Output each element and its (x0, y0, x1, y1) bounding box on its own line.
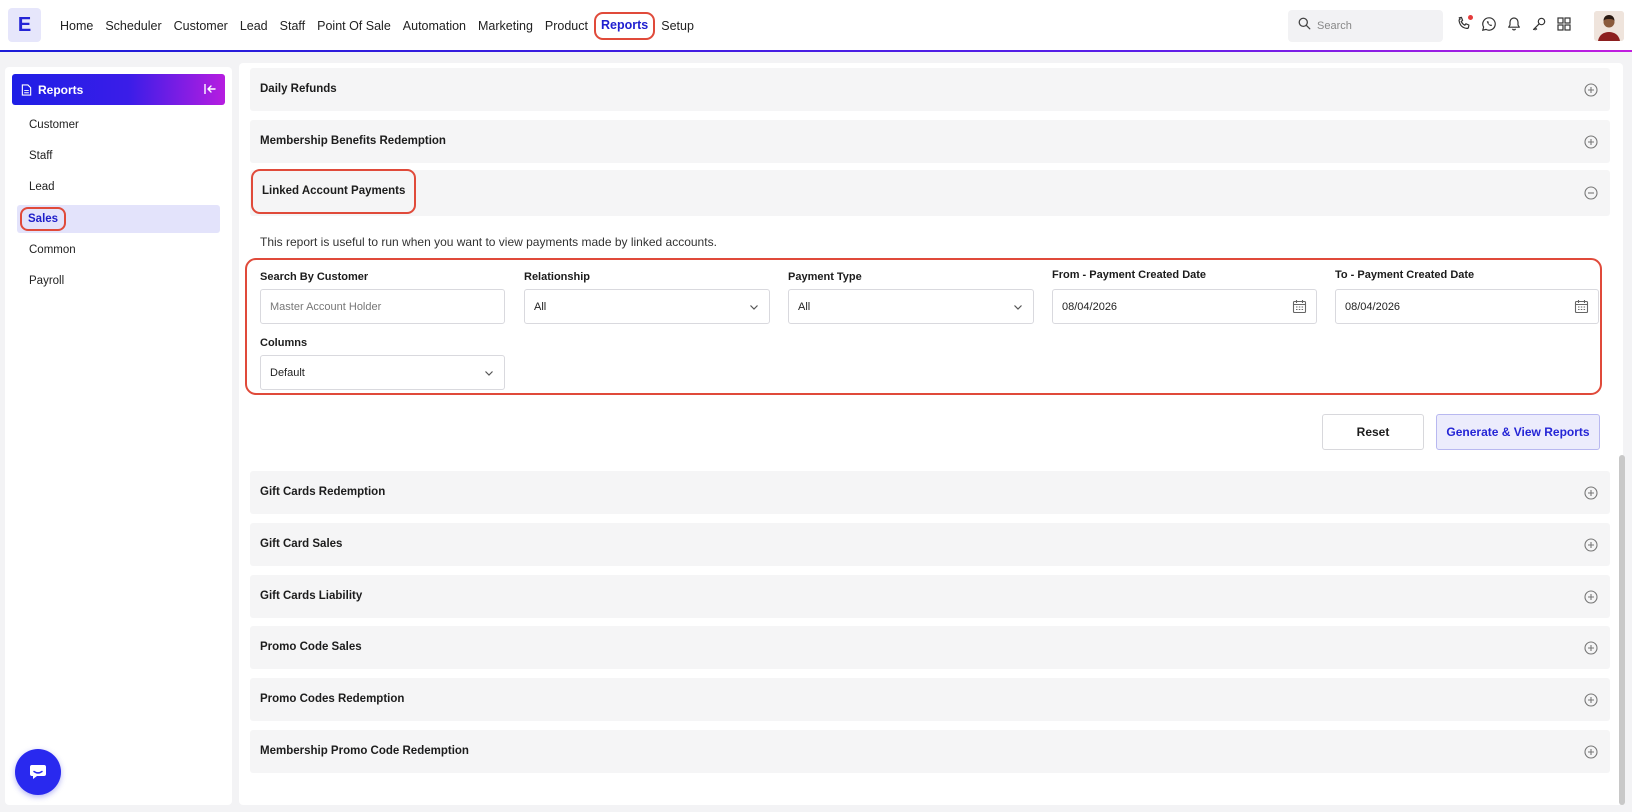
collapse-minus-icon[interactable] (1584, 186, 1598, 200)
relationship-label: Relationship (524, 271, 591, 283)
nav-point-of-sale[interactable]: Point Of Sale (311, 12, 397, 40)
expand-plus-icon[interactable] (1584, 590, 1598, 604)
calendar-icon[interactable] (1574, 299, 1589, 314)
sidebar-header: Reports (12, 74, 225, 105)
search-customer-input[interactable]: Master Account Holder (260, 289, 505, 324)
report-description: This report is useful to run when you wa… (260, 235, 717, 249)
main-nav: Home Scheduler Customer Lead Staff Point… (54, 0, 700, 52)
sidebar-item-staff[interactable]: Staff (17, 142, 220, 170)
chevron-down-icon (483, 367, 495, 379)
chat-icon (28, 763, 48, 781)
search-customer-label: Search By Customer (260, 271, 369, 283)
notification-dot (1468, 15, 1473, 20)
report-file-icon (21, 83, 32, 96)
expand-plus-icon[interactable] (1584, 538, 1598, 552)
report-title: Linked Account Payments (251, 169, 417, 214)
search-icon (1298, 17, 1311, 35)
sidebar-title: Reports (38, 82, 84, 97)
collapse-sidebar-icon[interactable] (203, 82, 217, 99)
report-accordion-promo-codes-redemption[interactable]: Promo Codes Redemption (250, 678, 1610, 721)
from-date-value: 08/04/2026 (1062, 300, 1118, 313)
report-title: Gift Cards Liability (260, 590, 363, 602)
report-accordion-gift-card-sales[interactable]: Gift Card Sales (250, 523, 1610, 566)
columns-select[interactable]: Default (260, 355, 505, 390)
apps-grid-icon[interactable] (1556, 16, 1572, 32)
report-accordion-membership-promo-code-redemption[interactable]: Membership Promo Code Redemption (250, 730, 1610, 773)
nav-setup[interactable]: Setup (655, 12, 700, 40)
report-title: Promo Codes Redemption (260, 693, 405, 705)
report-title: Membership Benefits Redemption (260, 135, 446, 147)
report-title: Gift Card Sales (260, 538, 343, 550)
chat-widget-button[interactable] (15, 749, 61, 795)
bell-icon[interactable] (1506, 16, 1522, 32)
nav-reports[interactable]: Reports (594, 12, 656, 40)
search-input[interactable] (1317, 20, 1427, 32)
report-accordion-promo-code-sales[interactable]: Promo Code Sales (250, 626, 1610, 669)
expand-plus-icon[interactable] (1584, 486, 1598, 500)
report-accordion-daily-refunds[interactable]: Daily Refunds (250, 68, 1610, 111)
header-actions (1456, 15, 1572, 32)
nav-scheduler[interactable]: Scheduler (99, 12, 167, 40)
sidebar-item-customer[interactable]: Customer (17, 111, 220, 139)
report-title: Daily Refunds (260, 83, 337, 95)
chevron-down-icon (748, 301, 760, 313)
columns-label: Columns (260, 337, 308, 349)
to-date-value: 08/04/2026 (1345, 300, 1401, 313)
whatsapp-icon[interactable] (1481, 16, 1497, 32)
nav-staff[interactable]: Staff (274, 12, 311, 40)
report-title: Membership Promo Code Redemption (260, 745, 469, 757)
user-avatar[interactable] (1594, 11, 1624, 41)
sidebar-item-lead[interactable]: Lead (17, 173, 220, 201)
calendar-icon[interactable] (1292, 299, 1307, 314)
payment-type-label: Payment Type (788, 271, 862, 283)
sidebar-item-payroll[interactable]: Payroll (17, 267, 220, 295)
global-search[interactable] (1288, 10, 1443, 42)
report-accordion-membership-benefits-redemption[interactable]: Membership Benefits Redemption (250, 120, 1610, 163)
report-accordion-linked-account-payments[interactable]: Linked Account Payments (250, 169, 1610, 216)
to-date-input[interactable]: 08/04/2026 (1335, 289, 1599, 324)
top-navbar: E Home Scheduler Customer Lead Staff Poi… (0, 0, 1632, 52)
app-logo[interactable]: E (8, 8, 41, 42)
nav-lead[interactable]: Lead (234, 12, 274, 40)
relationship-select[interactable]: All (524, 289, 770, 324)
nav-marketing[interactable]: Marketing (472, 12, 539, 40)
sidebar-item-label: Sales (20, 207, 67, 231)
payment-type-value: All (798, 300, 811, 313)
expand-plus-icon[interactable] (1584, 135, 1598, 149)
reset-button[interactable]: Reset (1322, 414, 1424, 450)
sidebar-item-common[interactable]: Common (17, 236, 220, 264)
phone-icon[interactable] (1456, 15, 1473, 32)
nav-home[interactable]: Home (54, 12, 99, 40)
payment-type-select[interactable]: All (788, 289, 1034, 324)
report-title: Gift Cards Redemption (260, 486, 386, 498)
generate-view-reports-button[interactable]: Generate & View Reports (1436, 414, 1600, 450)
expand-plus-icon[interactable] (1584, 693, 1598, 707)
columns-value: Default (270, 366, 305, 379)
from-date-label: From - Payment Created Date (1052, 269, 1207, 281)
sidebar-item-sales[interactable]: Sales (17, 205, 220, 233)
expand-plus-icon[interactable] (1584, 641, 1598, 655)
nav-customer[interactable]: Customer (168, 12, 234, 40)
report-accordion-gift-cards-liability[interactable]: Gift Cards Liability (250, 575, 1610, 618)
relationship-value: All (534, 300, 547, 313)
nav-automation[interactable]: Automation (397, 12, 472, 40)
expand-plus-icon[interactable] (1584, 83, 1598, 97)
nav-product[interactable]: Product (539, 12, 594, 40)
from-date-input[interactable]: 08/04/2026 (1052, 289, 1317, 324)
to-date-label: To - Payment Created Date (1335, 269, 1475, 281)
expand-plus-icon[interactable] (1584, 745, 1598, 759)
chevron-down-icon (1012, 301, 1024, 313)
scrollbar-thumb[interactable] (1619, 455, 1625, 805)
report-title: Promo Code Sales (260, 641, 362, 653)
key-icon[interactable] (1531, 16, 1547, 32)
report-accordion-gift-cards-redemption[interactable]: Gift Cards Redemption (250, 471, 1610, 514)
